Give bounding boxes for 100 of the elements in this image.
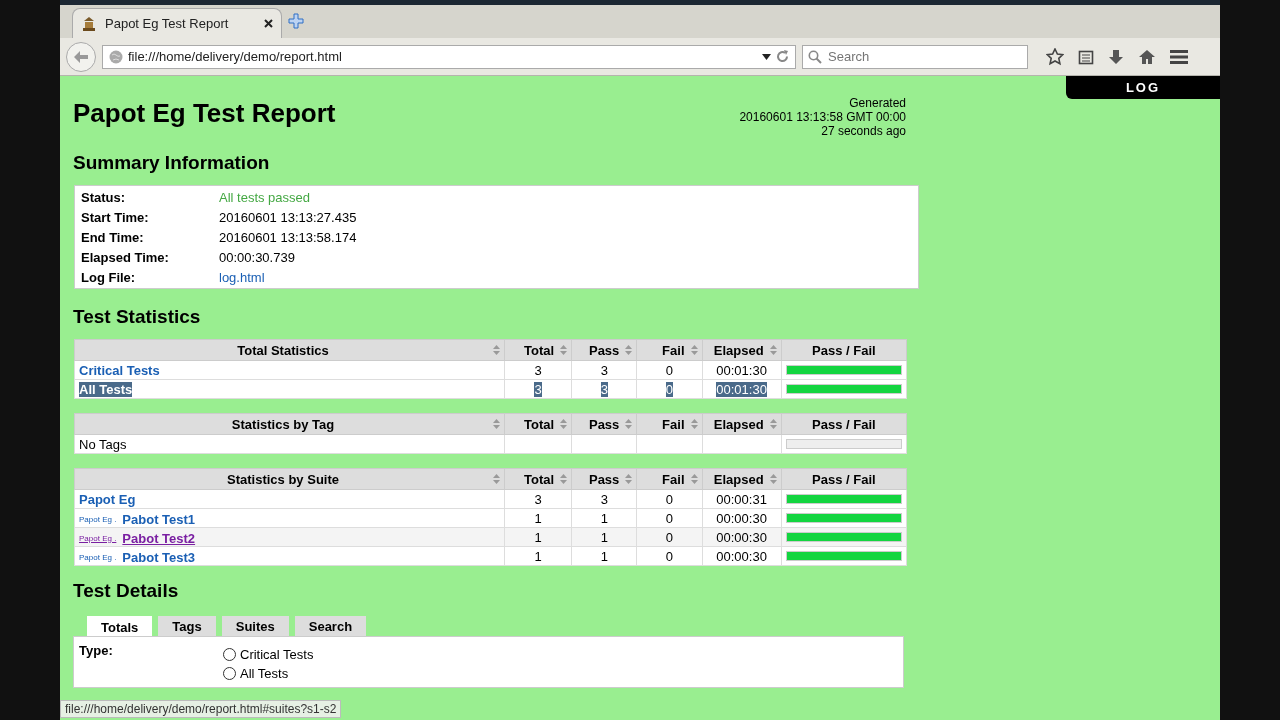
sort-icon: [493, 419, 501, 429]
parent-suite-link[interactable]: Papot Eg .: [79, 514, 117, 524]
sort-icon: [560, 345, 568, 355]
column-header: Pass / Fail: [781, 468, 907, 490]
parent-suite-link[interactable]: Papot Eg .: [79, 552, 117, 562]
column-header[interactable]: Total: [504, 339, 572, 361]
sort-icon: [560, 474, 568, 484]
table-cell: 3: [504, 360, 572, 380]
table-cell: 0: [636, 546, 702, 566]
radio-button[interactable]: [223, 667, 236, 680]
radio-label[interactable]: Critical Tests: [240, 647, 314, 662]
statistics-link[interactable]: Critical Tests: [79, 362, 160, 378]
address-bar[interactable]: file:///home/delivery/demo/report.html: [102, 44, 796, 69]
table-cell: 3: [504, 379, 572, 399]
column-header[interactable]: Total: [504, 413, 572, 435]
suite-link[interactable]: Pabot Test2: [122, 530, 196, 546]
table-cell: 00:00:30: [702, 546, 782, 566]
back-arrow-icon: [74, 50, 88, 63]
table-cell: 1: [504, 508, 572, 528]
column-header[interactable]: Fail: [636, 468, 702, 490]
sort-icon: [493, 345, 501, 355]
report-title: Papot Eg Test Report: [73, 98, 336, 130]
summary-label: Status:: [81, 189, 127, 205]
column-header[interactable]: Pass: [571, 413, 637, 435]
details-tab[interactable]: Suites: [221, 616, 289, 636]
globe-icon: [109, 49, 123, 64]
summary-label: End Time:: [81, 229, 145, 245]
table-cell: 3: [504, 489, 572, 509]
sort-icon: [493, 474, 501, 484]
sort-icon: [625, 419, 633, 429]
sort-icon: [769, 474, 777, 484]
sort-icon: [769, 419, 777, 429]
table-cell: 3: [571, 489, 637, 509]
table-cell: 1: [571, 508, 637, 528]
column-header[interactable]: Elapsed: [702, 468, 782, 490]
type-label: Type:: [79, 643, 114, 660]
table-cell: 3: [571, 379, 637, 399]
download-icon[interactable]: [1108, 48, 1124, 65]
status-url: file:///home/delivery/demo/report.html#suites?s1-s2: [60, 700, 342, 718]
table-cell: 0: [636, 360, 702, 380]
summary-label: Log File:: [81, 269, 137, 285]
sort-icon: [625, 345, 633, 355]
radio-button[interactable]: [223, 648, 236, 661]
details-tab[interactable]: Totals: [87, 616, 153, 636]
reading-list-icon[interactable]: [1078, 48, 1094, 65]
table-cell: No Tags: [74, 434, 505, 454]
column-header[interactable]: Fail: [636, 413, 702, 435]
summary-label: Start Time:: [81, 209, 150, 225]
details-tab[interactable]: Search: [294, 616, 367, 636]
reload-icon[interactable]: [776, 50, 789, 63]
generated-info: 20160601 13:13:58 GMT 00:00: [739, 110, 906, 124]
column-header[interactable]: Statistics by Tag: [74, 413, 505, 435]
sort-icon: [690, 345, 698, 355]
column-header[interactable]: Pass: [571, 468, 637, 490]
suite-link[interactable]: Pabot Test3: [122, 549, 196, 565]
bookmark-star-icon[interactable]: [1046, 47, 1064, 66]
table-cell: [636, 434, 702, 454]
column-header[interactable]: Total: [504, 468, 572, 490]
log-file-link[interactable]: log.html: [219, 269, 265, 285]
menu-icon[interactable]: [1170, 49, 1188, 64]
section-heading: Test Details: [73, 580, 180, 602]
radio-label[interactable]: All Tests: [240, 666, 289, 681]
table-cell: 0: [636, 489, 702, 509]
back-button[interactable]: [66, 41, 96, 72]
home-icon[interactable]: [1138, 48, 1156, 65]
summary-value: 00:00:30.739: [219, 249, 295, 265]
column-header[interactable]: Fail: [636, 339, 702, 361]
table-cell: 3: [571, 360, 637, 380]
statistics-link[interactable]: All Tests: [79, 381, 133, 397]
column-header[interactable]: Statistics by Suite: [74, 468, 505, 490]
column-header[interactable]: Pass: [571, 339, 637, 361]
generated-info: 27 seconds ago: [820, 124, 906, 138]
table-cell: [504, 434, 572, 454]
browser-tab[interactable]: Papot Eg Test Report: [72, 8, 282, 38]
table-cell: 00:00:30: [702, 508, 782, 528]
table-cell: 00:01:30: [702, 360, 782, 380]
section-heading: Test Statistics: [73, 306, 202, 328]
column-header: Pass / Fail: [781, 339, 907, 361]
sort-icon: [690, 419, 698, 429]
summary-label: Elapsed Time:: [81, 249, 170, 265]
dropdown-icon[interactable]: [762, 53, 771, 60]
statistics-link[interactable]: Papot Eg: [79, 491, 136, 507]
summary-value: 20160601 13:13:58.174: [219, 229, 357, 245]
summary-value: 20160601 13:13:27.435: [219, 209, 357, 225]
suite-link[interactable]: Pabot Test1: [122, 511, 196, 527]
column-header[interactable]: Total Statistics: [74, 339, 505, 361]
close-icon[interactable]: [264, 19, 273, 28]
log-button[interactable]: LOG: [1066, 76, 1220, 99]
table-cell: 00:01:30: [702, 379, 782, 399]
details-tab[interactable]: Tags: [158, 616, 216, 636]
sort-icon: [625, 474, 633, 484]
search-field[interactable]: Search: [802, 44, 1028, 69]
table-cell: 1: [504, 546, 572, 566]
parent-suite-link[interactable]: Papot Eg .: [79, 533, 117, 543]
table-cell: 1: [571, 546, 637, 566]
column-header[interactable]: Elapsed: [702, 413, 782, 435]
temple-icon: [81, 15, 97, 32]
column-header[interactable]: Elapsed: [702, 339, 782, 361]
table-cell: 0: [636, 508, 702, 528]
table-cell: 00:00:31: [702, 489, 782, 509]
